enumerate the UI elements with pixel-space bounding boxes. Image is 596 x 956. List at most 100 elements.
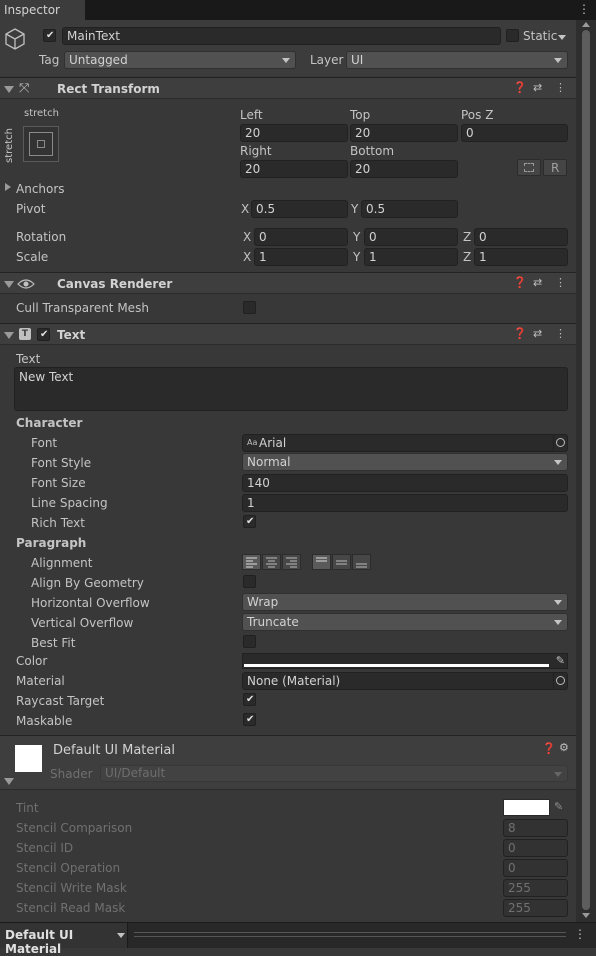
presets-icon[interactable]: ⇄	[533, 82, 542, 94]
text-enabled-checkbox[interactable]: ✔	[37, 328, 50, 341]
posz-field[interactable]: 0	[461, 124, 568, 142]
anchor-preset-side-label: stretch	[3, 128, 15, 163]
tab-menu-icon[interactable]: ⋮	[578, 2, 590, 16]
tab-inspector[interactable]: Inspector	[0, 0, 86, 20]
align-center-icon	[266, 557, 277, 568]
footer-menu-icon[interactable]: ⋮	[574, 927, 586, 941]
tint-eyedropper-icon[interactable]: ✎	[554, 800, 563, 813]
maskable-checkbox[interactable]: ✔	[243, 713, 256, 726]
bottom-field[interactable]: 20	[350, 160, 458, 178]
text-component-header[interactable]: T ✔ Text ❓ ⇄ ⋮	[0, 323, 576, 345]
vertical-overflow-dropdown[interactable]: Truncate	[242, 613, 568, 631]
active-checkbox[interactable]: ✔	[43, 29, 56, 42]
best-fit-label: Best Fit	[31, 636, 76, 650]
foldout-arrow-icon[interactable]	[4, 281, 14, 288]
right-field[interactable]: 20	[240, 160, 348, 178]
static-checkbox[interactable]	[506, 29, 519, 42]
align-center-button[interactable]	[262, 554, 281, 570]
best-fit-checkbox[interactable]	[243, 635, 256, 648]
scroll-down-icon[interactable]	[582, 913, 590, 918]
rotation-y-field[interactable]: 0	[364, 228, 458, 246]
presets-icon[interactable]: ⇄	[533, 328, 542, 340]
help-icon[interactable]: ❓	[513, 277, 527, 289]
align-left-button[interactable]	[242, 554, 261, 570]
component-menu-icon[interactable]: ⋮	[555, 277, 566, 289]
help-icon[interactable]: ❓	[542, 743, 556, 755]
tint-color-field[interactable]: ✎	[503, 799, 568, 816]
font-style-dropdown[interactable]: Normal	[242, 453, 568, 471]
raycast-target-checkbox[interactable]: ✔	[243, 693, 256, 706]
vertical-scrollbar[interactable]	[576, 20, 596, 922]
layer-dropdown[interactable]: UI	[346, 51, 568, 69]
stencil-comparison-field[interactable]: 8	[503, 819, 568, 837]
vertical-alignment-group	[312, 554, 372, 570]
eyedropper-icon[interactable]: ✎	[556, 654, 565, 667]
color-field[interactable]: ✎	[242, 653, 568, 669]
presets-icon[interactable]: ⇄	[533, 277, 542, 289]
font-label: Font	[31, 436, 58, 450]
component-menu-icon[interactable]: ⋮	[555, 328, 566, 340]
stencil-operation-field[interactable]: 0	[503, 859, 568, 877]
help-icon[interactable]: ❓	[513, 82, 527, 94]
align-top-button[interactable]	[312, 554, 331, 570]
raw-edit-button[interactable]: R	[543, 159, 567, 176]
shader-dropdown[interactable]: UI/Default	[100, 765, 568, 782]
stencil-read-mask-field[interactable]: 255	[503, 899, 568, 917]
font-field[interactable]: Aa Arial	[242, 434, 568, 452]
help-icon[interactable]: ❓	[513, 328, 527, 340]
align-bottom-button[interactable]	[352, 554, 371, 570]
left-field[interactable]: 20	[240, 124, 348, 142]
anchor-preset-button[interactable]	[23, 126, 59, 162]
scroll-up-icon[interactable]	[582, 22, 590, 27]
rect-transform-header[interactable]: ⤧ Rect Transform ❓ ⇄ ⋮	[0, 77, 576, 99]
material-value: None (Material)	[247, 674, 341, 688]
scale-y-field[interactable]: 1	[364, 248, 458, 266]
align-by-geometry-checkbox[interactable]	[243, 575, 256, 588]
rotation-z-field[interactable]: 0	[474, 228, 568, 246]
scale-z-field[interactable]: 1	[474, 248, 568, 266]
preview-title-dropdown[interactable]: Default UI Material	[0, 923, 128, 956]
rotation-x-field[interactable]: 0	[254, 228, 348, 246]
text-content-area[interactable]: New Text	[14, 367, 568, 411]
anchors-foldout-icon[interactable]	[5, 183, 11, 191]
stencil-write-mask-field[interactable]: 255	[503, 879, 568, 897]
material-preview-thumbnail	[15, 745, 42, 772]
settings-gear-icon[interactable]: ⚙	[559, 742, 569, 754]
stencil-operation-label: Stencil Operation	[16, 861, 121, 875]
scrollbar-thumb[interactable]	[582, 30, 590, 910]
stencil-write-mask-label: Stencil Write Mask	[16, 881, 127, 895]
rotation-y-label: Y	[353, 230, 361, 244]
align-right-button[interactable]	[282, 554, 301, 570]
stencil-id-field[interactable]: 0	[503, 839, 568, 857]
raw-edit-label: R	[551, 161, 560, 175]
anchors-label[interactable]: Anchors	[16, 182, 65, 196]
posz-label: Pos Z	[461, 108, 494, 122]
foldout-arrow-icon[interactable]	[4, 86, 14, 93]
align-middle-button[interactable]	[332, 554, 351, 570]
material-field[interactable]: None (Material)	[242, 672, 568, 690]
static-dropdown-arrow-icon[interactable]	[558, 35, 566, 40]
canvas-renderer-header[interactable]: Canvas Renderer ❓ ⇄ ⋮	[0, 272, 576, 294]
font-picker-button[interactable]	[553, 435, 567, 451]
material-foldout-icon[interactable]	[4, 778, 14, 785]
pivot-y-field[interactable]: 0.5	[361, 200, 458, 218]
scale-x-field[interactable]: 1	[254, 248, 348, 266]
component-menu-icon[interactable]: ⋮	[555, 82, 566, 94]
horizontal-overflow-dropdown[interactable]: Wrap	[242, 593, 568, 611]
foldout-arrow-icon[interactable]	[4, 332, 14, 339]
object-name-field[interactable]: MainText	[62, 27, 501, 45]
blueprint-mode-button[interactable]	[517, 159, 541, 176]
material-label: Material	[16, 674, 65, 688]
text-component-title: Text	[57, 328, 86, 342]
cull-transparent-mesh-checkbox[interactable]	[243, 301, 256, 314]
tag-dropdown[interactable]: Untagged	[64, 51, 296, 69]
font-size-field[interactable]: 140	[242, 474, 568, 492]
material-picker-button[interactable]	[553, 673, 567, 689]
scale-z-label: Z	[463, 250, 472, 264]
tint-color-swatch	[503, 799, 550, 816]
pivot-x-field[interactable]: 0.5	[251, 200, 348, 218]
material-header[interactable]: Default UI Material ❓ ⚙ Shader UI/Defaul…	[0, 735, 576, 790]
top-field[interactable]: 20	[350, 124, 458, 142]
rich-text-checkbox[interactable]: ✔	[243, 515, 256, 528]
line-spacing-field[interactable]: 1	[242, 494, 568, 512]
